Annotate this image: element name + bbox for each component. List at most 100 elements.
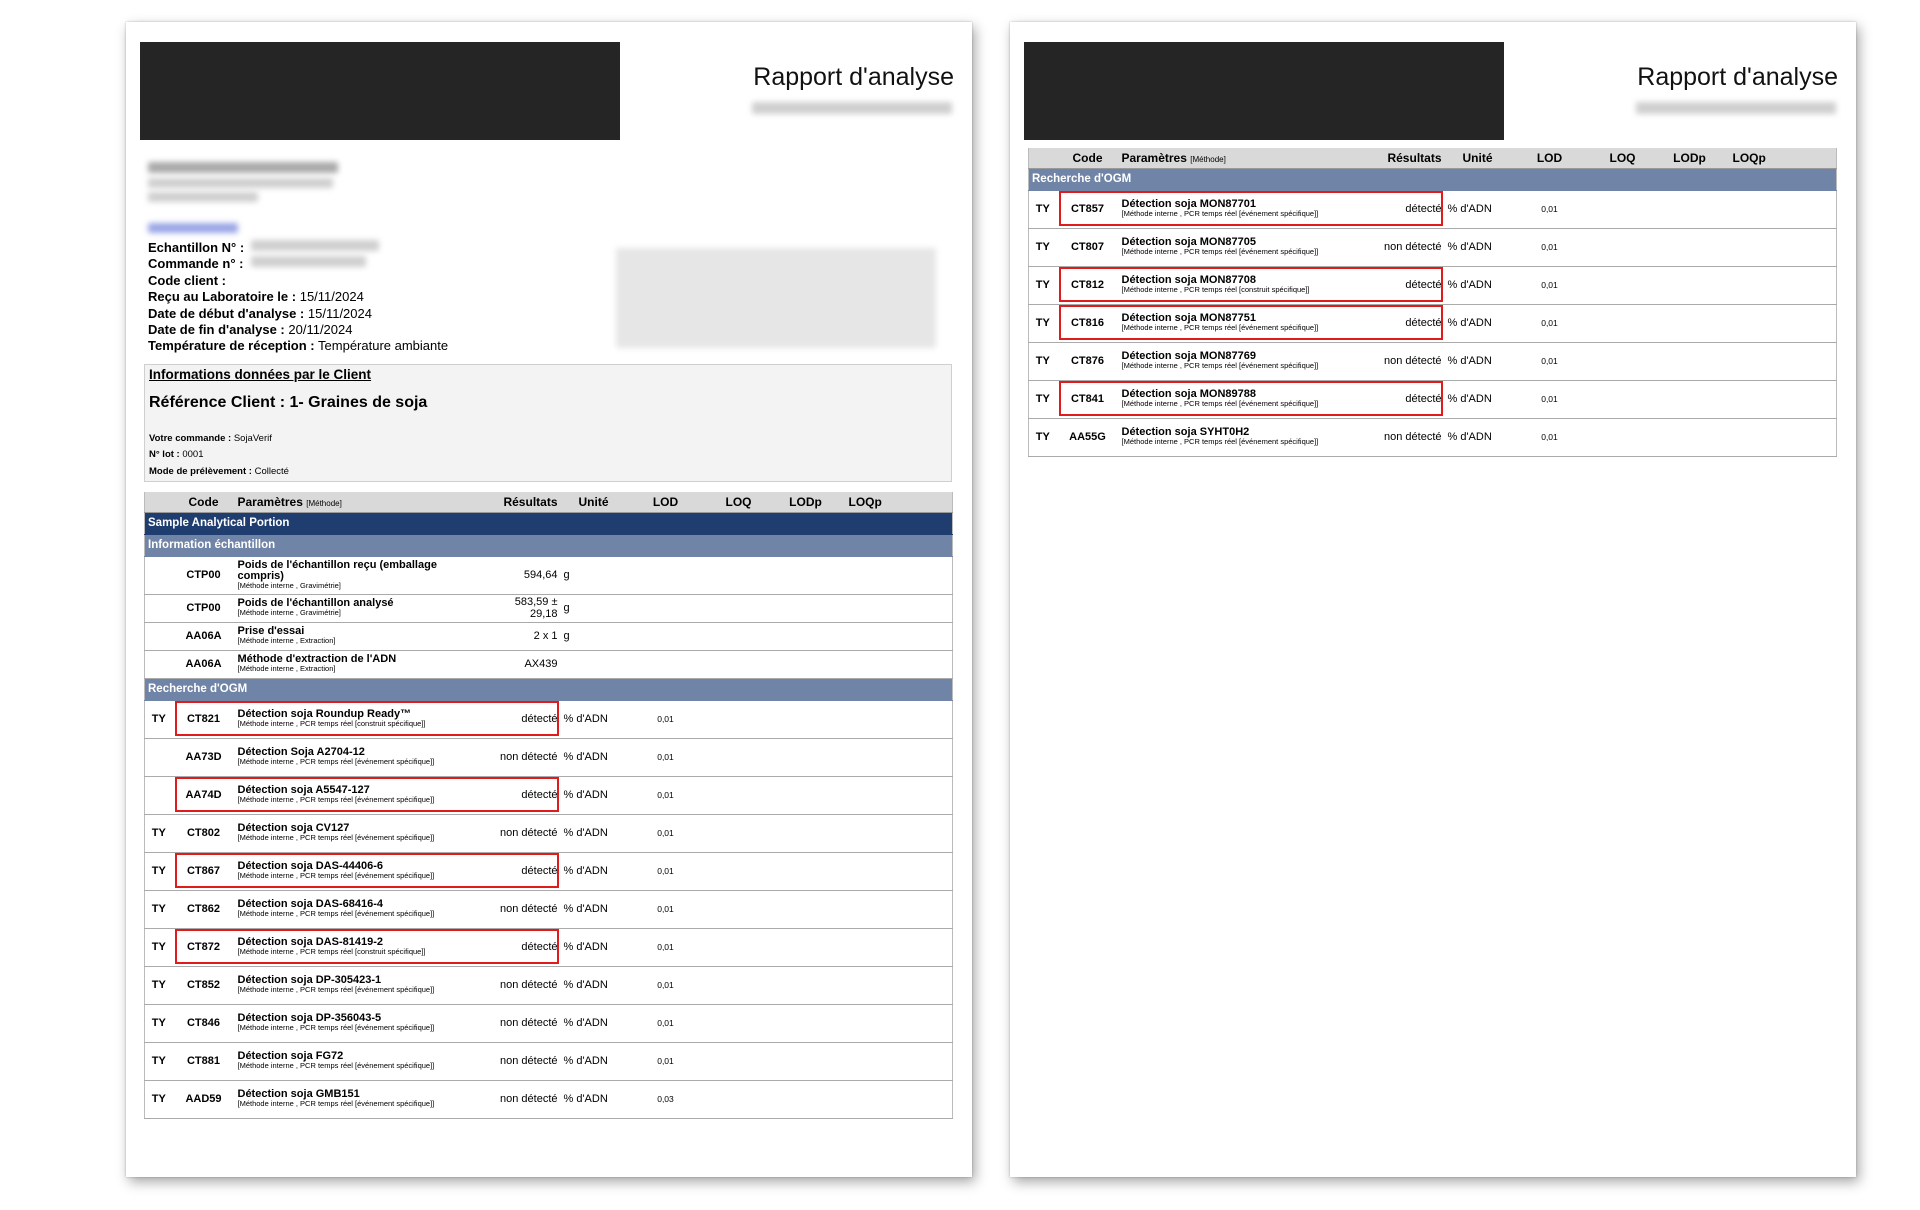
row-lod: 0,01 <box>626 776 705 815</box>
row-loq <box>704 556 773 595</box>
row-result: détecté <box>486 928 561 967</box>
parameter-method: [Méthode interne , PCR temps réel [événe… <box>237 1061 435 1071</box>
row-loqp <box>838 814 953 853</box>
row-lod: 0,01 <box>626 738 705 777</box>
parameter-method: [Méthode interne , PCR temps réel [événe… <box>237 909 435 919</box>
row-code: AA55G <box>1056 418 1119 457</box>
row-type-code: TY <box>1028 304 1057 343</box>
row-loq <box>704 594 773 623</box>
row-lodp <box>772 556 839 595</box>
row-unit: % d'ADN <box>1444 228 1511 267</box>
row-loq <box>1588 342 1657 381</box>
row-code: CT881 <box>172 1042 235 1081</box>
redacted-lab-link[interactable] <box>148 223 238 233</box>
row-unit: % d'ADN <box>560 738 627 777</box>
row-lod <box>626 622 705 651</box>
row-lodp <box>1656 266 1723 305</box>
col-loqp: LOQp <box>1722 148 1837 169</box>
row-loqp <box>838 1004 953 1043</box>
row-result: non détecté <box>486 890 561 929</box>
col-loq: LOQ <box>704 492 773 513</box>
row-code: CT872 <box>172 928 235 967</box>
row-lod <box>626 650 705 679</box>
row-code: CT852 <box>172 966 235 1005</box>
table-row: TY CT857 Détection soja MON87701 [Méthode i… <box>1028 190 1837 229</box>
col-parametres: Paramètres [Méthode] <box>1118 148 1371 169</box>
row-code: CT857 <box>1056 190 1119 229</box>
table-row: TY CT816 Détection soja MON87751 [Méthode i… <box>1028 304 1837 343</box>
row-unit: % d'ADN <box>560 814 627 853</box>
row-code: CT812 <box>1056 266 1119 305</box>
row-loqp <box>838 966 953 1005</box>
table-row: TY CT812 Détection soja MON87708 [Méthode i… <box>1028 266 1837 305</box>
row-parameter: Détection soja DAS-44406-6 [Méthode inter… <box>234 852 487 891</box>
parameter-method: [Méthode interne , PCR temps réel [événe… <box>237 833 435 843</box>
row-parameter: Détection soja DAS-68416-4 [Méthode inter… <box>234 890 487 929</box>
row-unit: % d'ADN <box>560 1080 627 1119</box>
row-type-code: TY <box>144 1042 173 1081</box>
row-lodp <box>772 738 839 777</box>
row-result: détecté <box>1370 304 1445 343</box>
table-row: TY CT867 Détection soja DAS-44406-6 [Méthod… <box>144 852 953 891</box>
row-lodp <box>772 650 839 679</box>
row-loq <box>704 622 773 651</box>
redacted-report-number <box>752 102 952 114</box>
table-row: AA73D Détection Soja A2704-12 [Méthode int… <box>144 738 953 777</box>
parameter-method: [Méthode interne , PCR temps réel [événe… <box>237 1099 435 1109</box>
row-code: AA06A <box>172 622 235 651</box>
parameter-name: Poids de l'échantillon reçu (emballage c… <box>237 558 437 582</box>
subsection-information-echantillon-label: Information échantillon <box>144 534 953 557</box>
table-header-row: Code Paramètres [Méthode] Résultats Unit… <box>1028 148 1837 169</box>
redacted-report-number <box>1636 102 1836 114</box>
row-type-code: TY <box>144 700 173 739</box>
section-sample-analytical-portion: Sample Analytical Portion <box>144 512 953 535</box>
row-parameter: Détection soja MON87705 [Méthode interne … <box>1118 228 1371 267</box>
row-result: 583,59 ± 29,18 <box>486 594 561 623</box>
row-result: non détecté <box>486 1080 561 1119</box>
row-parameter: Poids de l'échantillon reçu (emballage c… <box>234 556 487 595</box>
row-parameter: Prise d'essai [Méthode interne , Extracti… <box>234 622 487 651</box>
results-table-page-2: Code Paramètres [Méthode] Résultats Unit… <box>1028 148 1837 457</box>
row-lod: 0,01 <box>626 852 705 891</box>
row-code: AA73D <box>172 738 235 777</box>
row-loqp <box>1722 228 1837 267</box>
row-lod: 0,01 <box>1510 418 1589 457</box>
parameter-method: [Méthode interne , PCR temps réel [événe… <box>237 871 435 881</box>
redacted-lab-address <box>148 178 333 188</box>
row-lod: 0,01 <box>1510 342 1589 381</box>
row-code: CT867 <box>172 852 235 891</box>
col-unite: Unité <box>1444 148 1511 169</box>
row-result: 594,64 <box>486 556 561 595</box>
row-loqp <box>838 556 953 595</box>
table-row: TY CT881 Détection soja FG72 [Méthode inter… <box>144 1042 953 1081</box>
row-lod: 0,01 <box>626 700 705 739</box>
row-lod: 0,01 <box>626 1042 705 1081</box>
table-header-row: Code Paramètres [Méthode] Résultats Unit… <box>144 492 953 513</box>
row-loqp <box>838 852 953 891</box>
row-loqp <box>838 650 953 679</box>
row-lod: 0,01 <box>626 890 705 929</box>
row-loq <box>704 738 773 777</box>
row-result: détecté <box>1370 266 1445 305</box>
row-code: CT802 <box>172 814 235 853</box>
row-unit: g <box>560 622 627 651</box>
row-lodp <box>772 700 839 739</box>
row-result: détecté <box>486 700 561 739</box>
parameter-method: [Méthode interne , PCR temps réel [événe… <box>1121 323 1319 333</box>
row-type-code: TY <box>144 1004 173 1043</box>
row-lodp <box>1656 228 1723 267</box>
row-loq <box>1588 228 1657 267</box>
client-info-heading: Informations données par le Client <box>149 367 372 382</box>
subsection-recherche-ogm: Recherche d'OGM <box>144 678 953 701</box>
row-result: non détecté <box>1370 228 1445 267</box>
row-result: non détecté <box>486 738 561 777</box>
row-type-code: TY <box>1028 228 1057 267</box>
table-row: AA74D Détection soja A5547-127 [Méthode in… <box>144 776 953 815</box>
row-lod <box>626 594 705 623</box>
row-result: détecté <box>486 852 561 891</box>
row-unit: % d'ADN <box>560 966 627 1005</box>
row-result: non détecté <box>1370 418 1445 457</box>
sample-info: Echantillon N° : Commande n° : Code clie… <box>148 240 449 354</box>
row-lodp <box>772 852 839 891</box>
row-lodp <box>1656 304 1723 343</box>
